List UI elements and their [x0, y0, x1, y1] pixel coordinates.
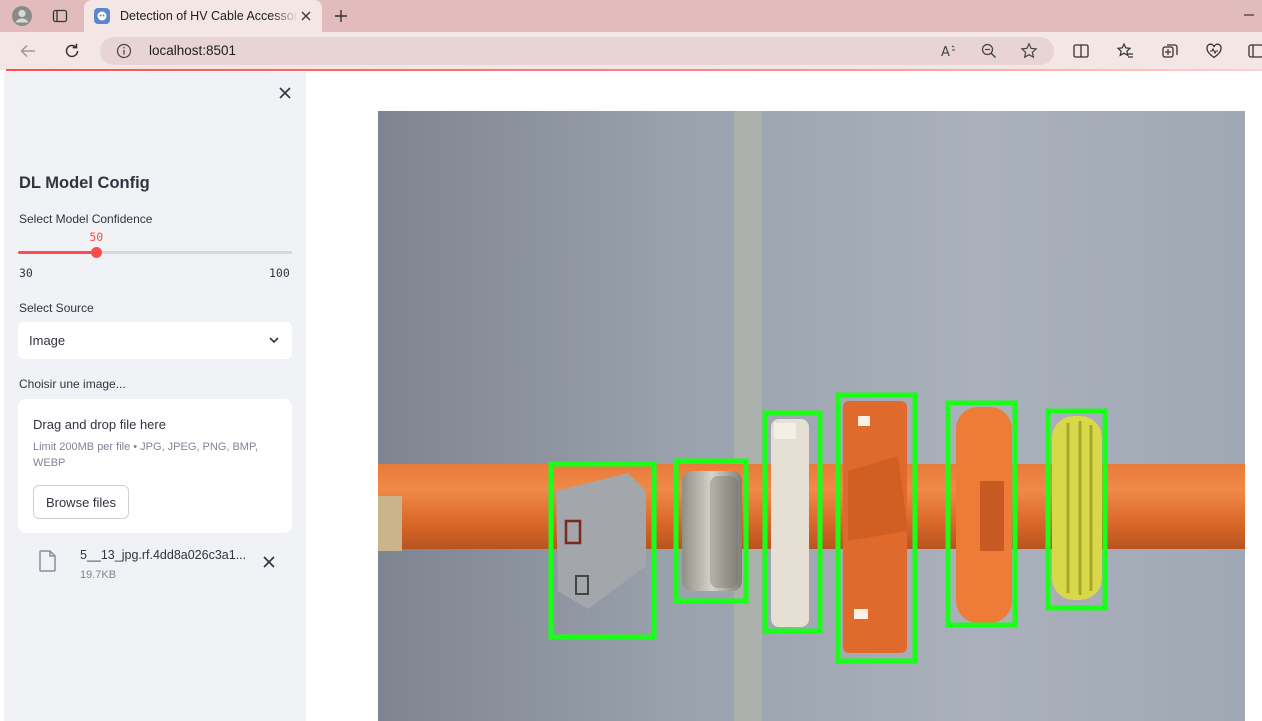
- url-text: localhost:8501: [149, 43, 237, 58]
- accessory-white-spacer: [771, 419, 809, 627]
- chevron-down-icon: [267, 333, 281, 347]
- profile-icon[interactable]: [10, 4, 34, 28]
- source-select[interactable]: Image: [18, 322, 292, 359]
- uploader-label: Choisir une image...: [19, 377, 126, 391]
- browser-toolbar: localhost:8501 A: [0, 32, 1262, 70]
- favorites-icon[interactable]: [1114, 40, 1136, 62]
- file-icon: [39, 550, 57, 572]
- address-bar[interactable]: localhost:8501 A: [100, 37, 1054, 65]
- read-aloud-icon[interactable]: A: [940, 42, 958, 60]
- confidence-slider-min: 30: [19, 266, 33, 280]
- main-content: [306, 72, 1262, 721]
- confidence-label: Select Model Confidence: [19, 212, 153, 226]
- confidence-slider-value: 50: [89, 230, 104, 244]
- browser-tab-strip: Detection of HV Cable Accessories: [0, 0, 1262, 32]
- copilot-icon[interactable]: [1245, 40, 1262, 62]
- reload-icon[interactable]: [60, 39, 84, 63]
- uploaded-file-item: 5__13_jpg.rf.4dd8a026c3a1... 19.7KB: [18, 542, 292, 586]
- dropzone-limit: Limit 200MB per file • JPG, JPEG, PNG, B…: [33, 441, 258, 469]
- collections-icon[interactable]: [1159, 40, 1181, 62]
- tab-actions-icon[interactable]: [48, 4, 72, 28]
- sidebar-close-icon[interactable]: [276, 84, 294, 102]
- cable-end: [378, 496, 402, 551]
- confidence-slider-max: 100: [269, 266, 290, 280]
- split-screen-icon[interactable]: [1070, 40, 1092, 62]
- confidence-slider[interactable]: [18, 247, 292, 258]
- cable: [378, 464, 1245, 549]
- detection-result-image: [378, 111, 1245, 721]
- sidebar: DL Model Config Select Model Confidence …: [4, 72, 306, 721]
- back-arrow-icon[interactable]: [16, 39, 40, 63]
- new-tab-icon[interactable]: [330, 5, 352, 27]
- accessory-yellow-ring: [1052, 416, 1102, 600]
- streamlit-favicon-icon: [94, 8, 110, 24]
- svg-text:A: A: [941, 45, 950, 60]
- source-select-value: Image: [29, 333, 66, 348]
- minimize-icon[interactable]: [1242, 8, 1256, 22]
- file-dropzone[interactable]: Drag and drop file here Limit 200MB per …: [18, 399, 292, 533]
- confidence-slider-thumb[interactable]: [91, 247, 103, 258]
- uploaded-file-size: 19.7KB: [80, 569, 117, 581]
- uploaded-file-name: 5__13_jpg.rf.4dd8a026c3a1...: [80, 548, 247, 562]
- browse-files-button[interactable]: Browse files: [33, 485, 129, 519]
- active-tab[interactable]: Detection of HV Cable Accessories: [84, 0, 322, 32]
- confidence-slider-fill: [18, 251, 97, 254]
- page-loading-bar: [6, 69, 1262, 71]
- tab-title: Detection of HV Cable Accessories: [120, 9, 298, 23]
- zoom-out-icon[interactable]: [980, 42, 998, 60]
- wall-pole: [734, 111, 762, 721]
- sidebar-title: DL Model Config: [19, 174, 150, 192]
- remove-file-icon[interactable]: [262, 555, 276, 569]
- dropzone-title: Drag and drop file here: [33, 417, 166, 432]
- browser-essentials-icon[interactable]: [1203, 40, 1225, 62]
- favorite-star-icon[interactable]: [1020, 42, 1038, 60]
- source-label: Select Source: [19, 301, 94, 315]
- info-icon[interactable]: [116, 43, 132, 59]
- tab-close-icon[interactable]: [298, 8, 314, 24]
